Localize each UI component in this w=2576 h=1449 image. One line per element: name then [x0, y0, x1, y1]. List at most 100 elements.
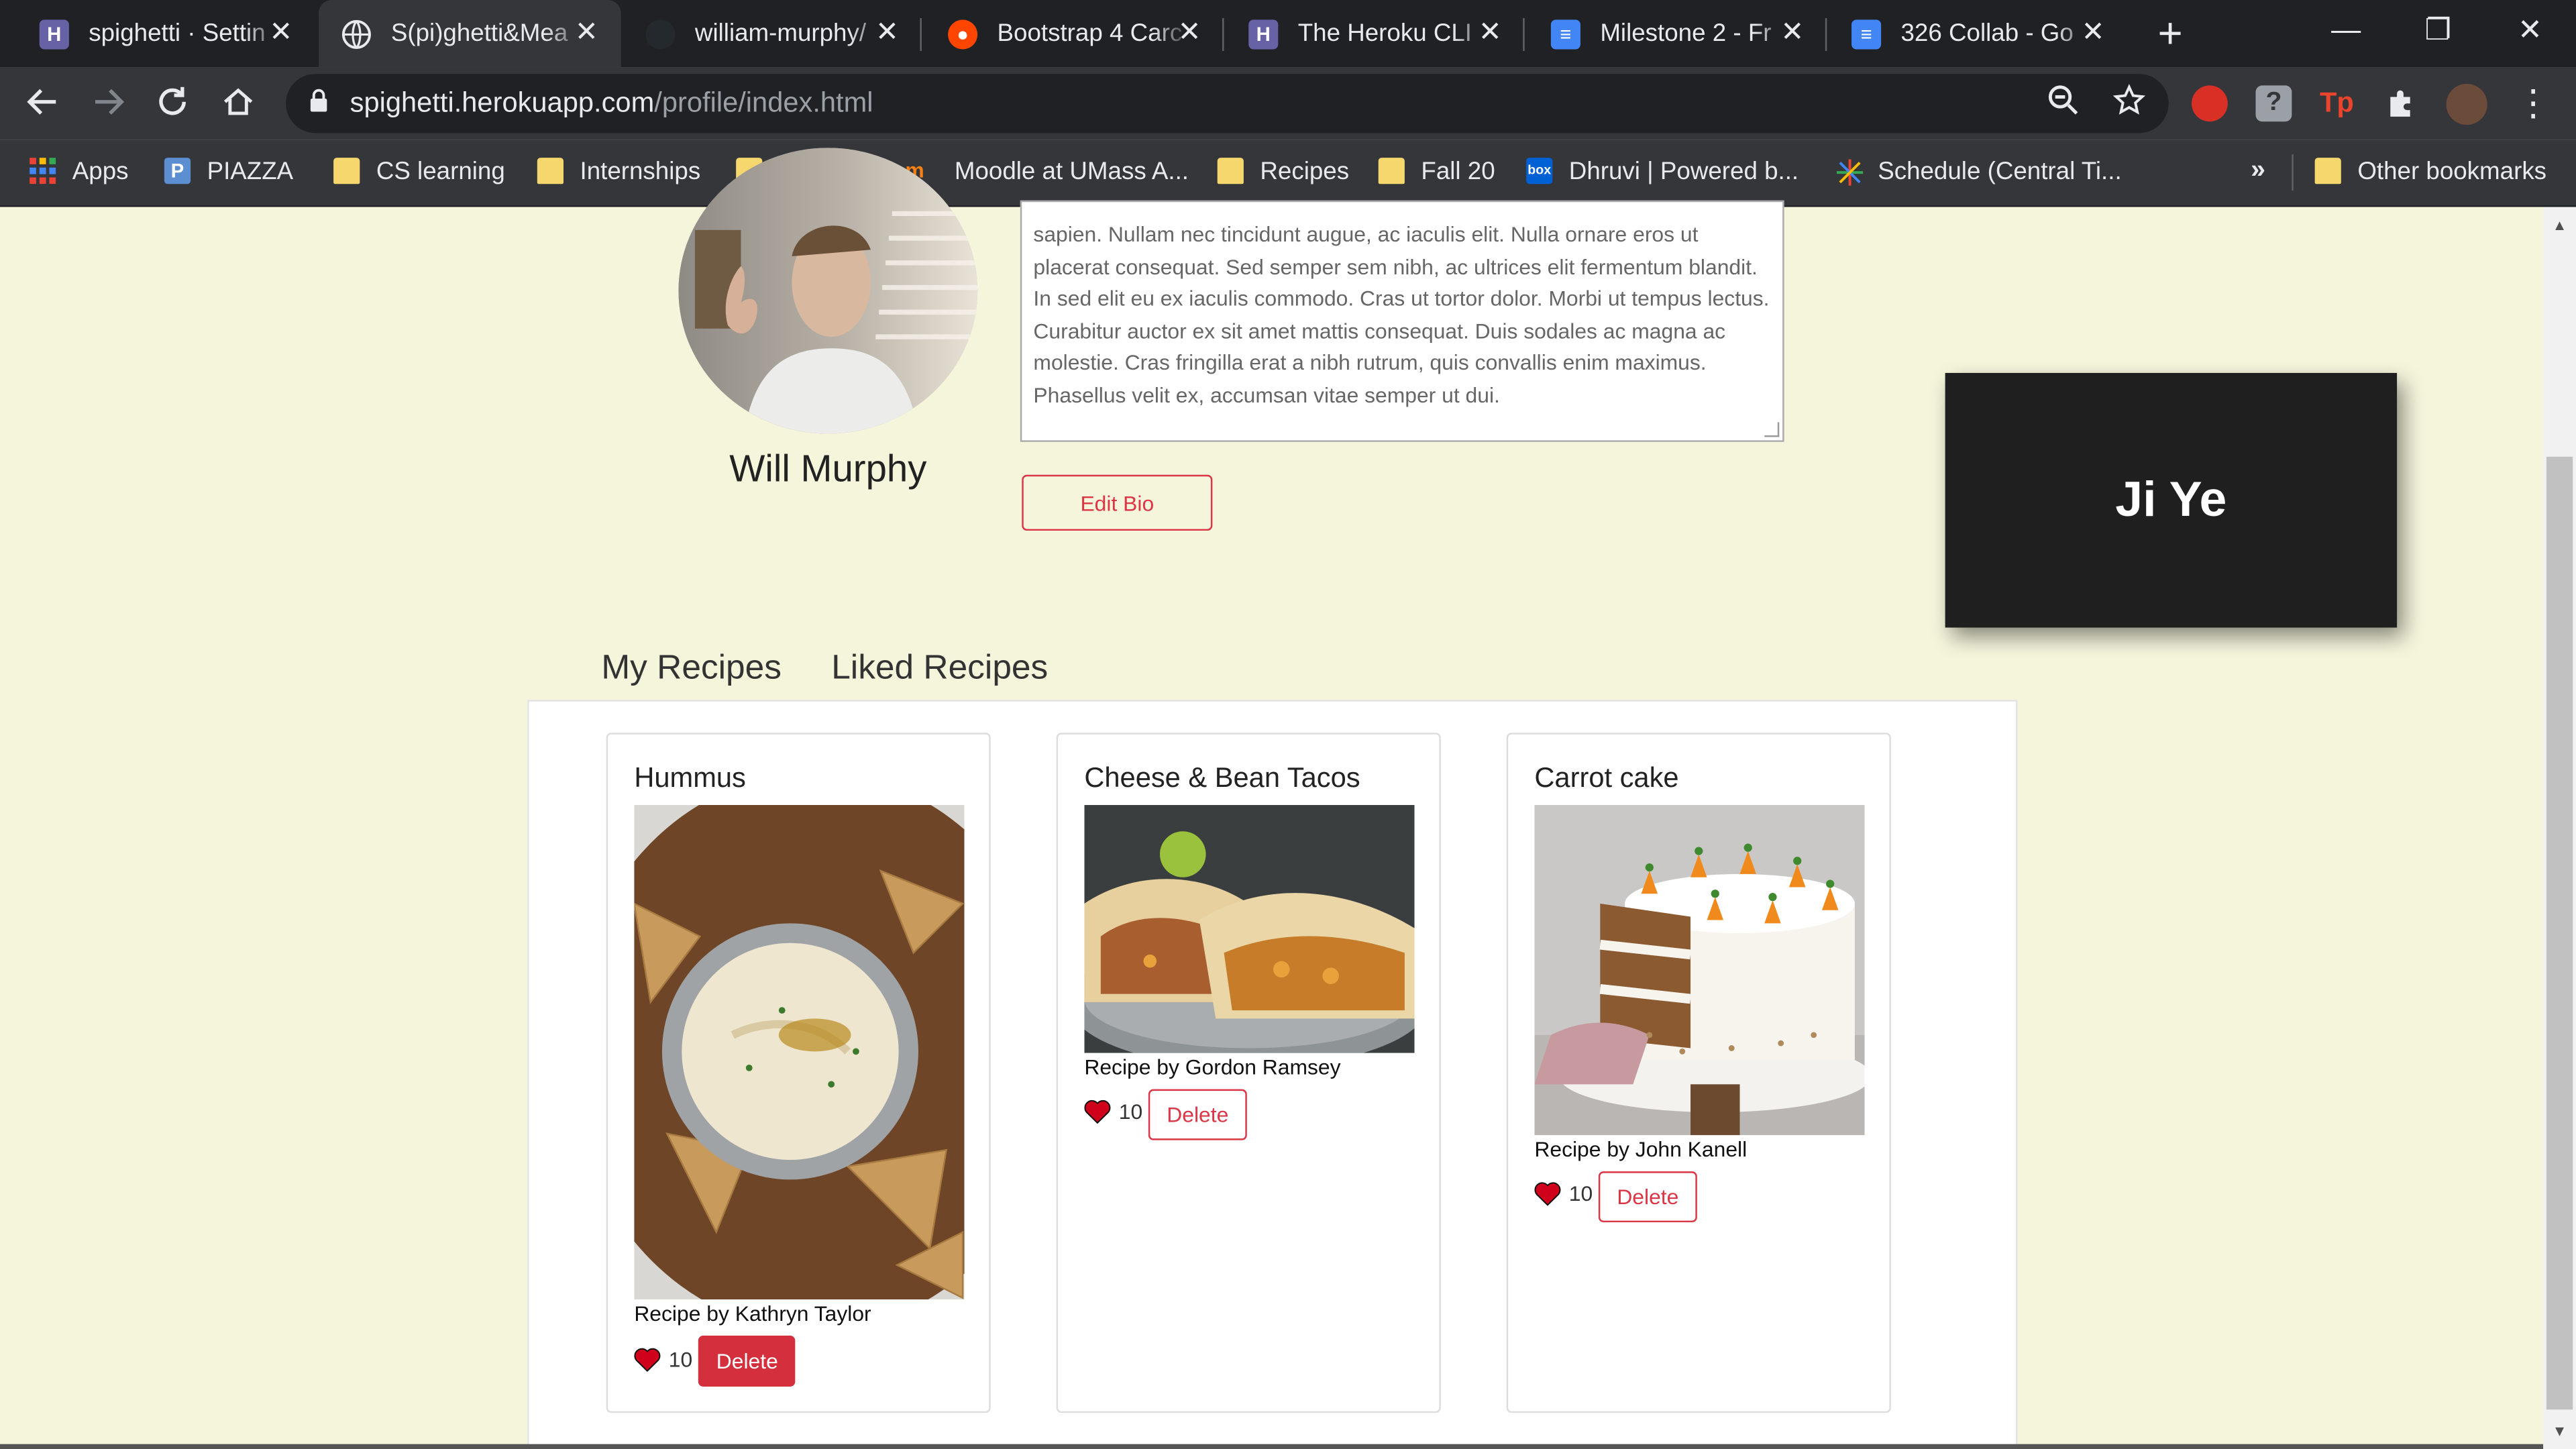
zoom-icon[interactable]	[2044, 84, 2084, 123]
scrollbar-thumb[interactable]	[2546, 456, 2573, 1410]
browser-tab-active[interactable]: S(pi)ghetti&Mea ✕	[319, 0, 621, 68]
close-icon[interactable]: ✕	[2078, 17, 2108, 48]
profile-avatar[interactable]	[2446, 83, 2487, 125]
taskbar-edge	[0, 1444, 2544, 1449]
resize-handle[interactable]	[1764, 422, 1780, 437]
like-count[interactable]: 10	[1534, 1181, 1593, 1206]
recipe-image-hummus[interactable]	[634, 805, 965, 1300]
delete-button[interactable]: Delete	[1148, 1089, 1247, 1140]
recipe-card: Hummus Recipe by Kathryn Taylor 10 Delet…	[606, 733, 991, 1413]
close-icon[interactable]: ✕	[1475, 17, 1505, 48]
extensions-puzzle-icon[interactable]	[2383, 85, 2420, 121]
bio-textarea[interactable]: sapien. Nullam nec tincidunt augue, ac i…	[1020, 200, 1784, 442]
tab-title: spighetti · Settin	[89, 19, 266, 48]
recipe-image-tacos[interactable]	[1084, 805, 1415, 1053]
bookmark-label: PIAZZA	[207, 156, 294, 185]
bookmark-recipes[interactable]: Recipes	[1217, 153, 1349, 189]
bookmark-star-icon[interactable]	[2110, 84, 2149, 123]
like-count[interactable]: 10	[1084, 1099, 1142, 1124]
recipe-author: Recipe by Kathryn Taylor	[634, 1301, 871, 1326]
video-call-overlay[interactable]: Ji Ye	[1945, 372, 2398, 628]
browser-tab[interactable]: ≡ 326 Collab - Go ✕	[1829, 0, 2128, 67]
close-icon[interactable]: ✕	[1175, 17, 1204, 48]
close-icon[interactable]: ✕	[266, 17, 296, 48]
like-count[interactable]: 10	[634, 1347, 692, 1372]
tab-title: Milestone 2 - Fr	[1600, 19, 1772, 48]
tab-title: william-murphy/	[694, 19, 867, 48]
docs-icon: ≡	[1550, 19, 1580, 49]
profile-photo	[678, 148, 978, 434]
tab-my-recipes[interactable]: My Recipes	[601, 649, 782, 688]
recipe-title: Cheese & Bean Tacos	[1084, 762, 1360, 794]
scroll-up-arrow-icon[interactable]: ▲	[2550, 217, 2569, 233]
close-icon[interactable]: ✕	[1778, 17, 1807, 48]
tab-liked-recipes[interactable]: Liked Recipes	[831, 649, 1048, 688]
screen: H spighetti · Settin ✕ S(pi)ghetti&Mea ✕…	[0, 0, 2576, 1449]
heart-icon[interactable]	[634, 1347, 661, 1372]
globe-icon	[341, 19, 371, 48]
browser-tab[interactable]: william-murphy/ ✕	[623, 0, 922, 67]
recipe-card: Carrot cake Recipe by John Kanell 10 Del…	[1506, 733, 1891, 1413]
adblock-extension-icon[interactable]	[2191, 85, 2228, 122]
folder-icon	[1217, 158, 1244, 184]
bookmark-other[interactable]: Other bookmarks	[2314, 153, 2546, 189]
apps-grid-icon	[30, 158, 56, 184]
address-bar[interactable]: spighetti.herokuapp.com/profile/index.ht…	[286, 74, 2169, 133]
more-bookmarks-label: »	[2251, 156, 2265, 184]
more-bookmarks-button[interactable]: »	[2251, 153, 2265, 189]
reload-button[interactable]	[153, 84, 193, 123]
bookmark-moodle[interactable]: m Moodle at UMass A...	[905, 153, 1189, 189]
edit-bio-button[interactable]: Edit Bio	[1022, 474, 1213, 531]
minimize-button[interactable]: —	[2300, 0, 2392, 59]
docs-icon: ≡	[1851, 19, 1882, 49]
folder-icon	[1378, 158, 1405, 184]
recipe-card: Cheese & Bean Tacos Recipe by Gordon Ram…	[1056, 733, 1441, 1413]
browser-tab[interactable]: ≡ Milestone 2 - Fr ✕	[1528, 0, 1827, 67]
profile-name: Will Murphy	[729, 447, 927, 490]
bookmark-label: Moodle at UMass A...	[954, 156, 1189, 185]
forward-button[interactable]	[89, 84, 128, 123]
window-close-button[interactable]: ✕	[2484, 0, 2576, 59]
recipe-image-carrot-cake[interactable]	[1534, 805, 1865, 1136]
back-button[interactable]	[23, 84, 62, 123]
like-count-value: 10	[1118, 1099, 1143, 1124]
page-scrollbar[interactable]: ▲ ▼	[2543, 207, 2576, 1449]
url-text: spighetti.herokuapp.com/profile/index.ht…	[350, 87, 873, 120]
scroll-down-arrow-icon[interactable]: ▼	[2550, 1423, 2569, 1439]
close-icon[interactable]: ✕	[872, 17, 902, 48]
home-button[interactable]	[219, 84, 258, 123]
recipe-author: Recipe by Gordon Ramsey	[1084, 1055, 1341, 1079]
heroku-icon: H	[1248, 19, 1279, 49]
help-extension-icon[interactable]: ?	[2255, 85, 2292, 122]
heart-icon[interactable]	[1084, 1099, 1111, 1124]
new-tab-button[interactable]: +	[2149, 11, 2192, 56]
bookmark-cs-learning[interactable]: CS learning	[333, 153, 505, 189]
like-count-value: 10	[668, 1347, 693, 1372]
bookmark-dhruvi[interactable]: box Dhruvi | Powered b...	[1526, 153, 1799, 189]
bookmark-piazza[interactable]: P PIAZZA	[164, 153, 293, 189]
menu-kebab-icon[interactable]: ⋮	[2514, 83, 2553, 123]
url-path: /profile/index.html	[654, 87, 873, 119]
browser-tab[interactable]: ● Bootstrap 4 Carc ✕	[925, 0, 1224, 67]
tp-extension-icon[interactable]: Tp	[2320, 85, 2356, 121]
bookmark-internships[interactable]: Internships	[537, 153, 700, 189]
tab-title: Bootstrap 4 Carc	[997, 19, 1183, 48]
tab-title: S(pi)ghetti&Mea	[390, 19, 568, 48]
github-icon	[645, 19, 676, 49]
folder-icon	[333, 158, 360, 184]
browser-tab[interactable]: H spighetti · Settin ✕	[16, 0, 315, 67]
like-count-value: 10	[1568, 1181, 1593, 1206]
delete-button[interactable]: Delete	[698, 1336, 796, 1387]
bookmark-apps[interactable]: Apps	[30, 153, 129, 189]
heroku-icon: H	[39, 19, 69, 49]
browser-tab[interactable]: H The Heroku CLI ✕	[1226, 0, 1525, 67]
folder-icon	[2314, 158, 2341, 184]
restore-button[interactable]: ❐	[2392, 0, 2484, 59]
delete-button[interactable]: Delete	[1598, 1171, 1697, 1223]
box-icon: box	[1526, 158, 1553, 184]
recipe-author: Recipe by John Kanell	[1534, 1136, 1748, 1162]
heart-icon[interactable]	[1534, 1181, 1561, 1206]
bookmark-fall-20[interactable]: Fall 20	[1378, 153, 1495, 189]
bookmark-schedule[interactable]: Schedule (Central Ti...	[1835, 153, 2122, 189]
close-icon[interactable]: ✕	[572, 17, 601, 48]
